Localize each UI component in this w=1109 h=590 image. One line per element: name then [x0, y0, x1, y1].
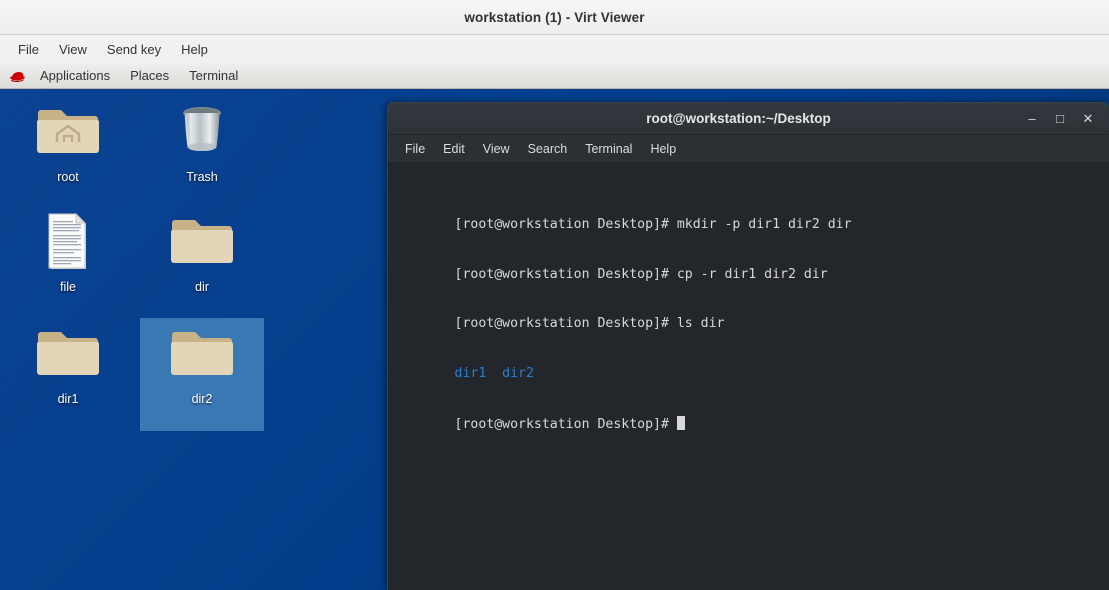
terminal-line: [root@workstation Desktop]# ls dir: [391, 300, 1109, 331]
panel-item-applications[interactable]: Applications: [30, 66, 120, 85]
desktop-icon-dir1[interactable]: dir1: [6, 318, 130, 412]
desktop-icon-label: dir2: [191, 392, 213, 406]
terminal-output[interactable]: [root@workstation Desktop]# mkdir -p dir…: [388, 164, 1109, 590]
maximize-icon[interactable]: □: [1047, 107, 1073, 131]
text-document-icon: [6, 212, 130, 274]
terminal-menu-search[interactable]: Search: [519, 139, 577, 159]
terminal-command: cp -r dir1 dir2 dir: [676, 266, 828, 282]
terminal-titlebar[interactable]: root@workstation:~/Desktop – □ ✕: [388, 103, 1109, 135]
terminal-line: dir1 dir2: [391, 350, 1109, 381]
desktop-icon-label: dir1: [57, 392, 79, 406]
terminal-cursor: [676, 415, 685, 430]
virt-viewer-titlebar: workstation (1) - Virt Viewer: [0, 0, 1109, 35]
virt-viewer-menubar: File View Send key Help: [0, 36, 1109, 63]
terminal-menubar: File Edit View Search Terminal Help: [388, 135, 1109, 163]
terminal-menu-view[interactable]: View: [474, 139, 519, 159]
desktop-icon-trash[interactable]: Trash: [140, 96, 264, 190]
terminal-prompt: [root@workstation Desktop]#: [454, 316, 677, 332]
virt-viewer-title: workstation (1) - Virt Viewer: [464, 9, 645, 25]
terminal-prompt: [root@workstation Desktop]#: [454, 266, 677, 282]
terminal-window[interactable]: root@workstation:~/Desktop – □ ✕ File Ed…: [387, 102, 1109, 590]
desktop-icon-label: root: [57, 170, 79, 184]
terminal-prompt: [root@workstation Desktop]#: [454, 216, 677, 232]
terminal-line: [root@workstation Desktop]# cp -r dir1 d…: [391, 250, 1109, 282]
screen: workstation (1) - Virt Viewer File View …: [0, 0, 1109, 590]
desktop-icon-file[interactable]: file: [6, 206, 130, 300]
terminal-command: ls dir: [676, 316, 725, 332]
trash-can-icon: [140, 102, 264, 164]
desktop-icon-dir[interactable]: dir: [140, 206, 264, 300]
minimize-icon[interactable]: –: [1019, 107, 1045, 131]
desktop-icon-label: dir: [195, 280, 209, 294]
menu-help[interactable]: Help: [171, 39, 218, 60]
terminal-line: [root@workstation Desktop]# mkdir -p dir…: [391, 200, 1109, 232]
desktop-icon-dir2[interactable]: dir2: [140, 318, 264, 431]
menu-send-key[interactable]: Send key: [97, 39, 171, 60]
terminal-line: [root@workstation Desktop]#: [391, 399, 1109, 432]
terminal-menu-terminal[interactable]: Terminal: [576, 139, 641, 159]
terminal-prompt: [root@workstation Desktop]#: [454, 416, 677, 432]
folder-icon: [6, 324, 130, 386]
desktop-icon-root[interactable]: root: [6, 96, 130, 190]
desktop-icon-label: Trash: [186, 170, 218, 184]
terminal-title: root@workstation:~/Desktop: [646, 111, 831, 126]
desktop-icon-label: file: [60, 280, 76, 294]
panel-item-places[interactable]: Places: [120, 66, 179, 85]
folder-icon: [140, 212, 264, 274]
panel-item-terminal[interactable]: Terminal: [179, 66, 248, 85]
terminal-menu-file[interactable]: File: [396, 139, 434, 159]
close-icon[interactable]: ✕: [1075, 107, 1101, 131]
terminal-menu-help[interactable]: Help: [641, 139, 685, 159]
home-folder-icon: [6, 102, 130, 164]
menu-view[interactable]: View: [49, 39, 97, 60]
terminal-window-controls: – □ ✕: [1019, 107, 1109, 131]
terminal-command: mkdir -p dir1 dir2 dir: [676, 216, 852, 232]
terminal-output-directories: dir1 dir2: [454, 366, 534, 382]
gnome-top-panel: Applications Places Terminal: [0, 63, 1109, 89]
redhat-fedora-icon: [8, 68, 28, 84]
menu-file[interactable]: File: [8, 39, 49, 60]
folder-icon: [140, 324, 264, 386]
terminal-menu-edit[interactable]: Edit: [434, 139, 474, 159]
